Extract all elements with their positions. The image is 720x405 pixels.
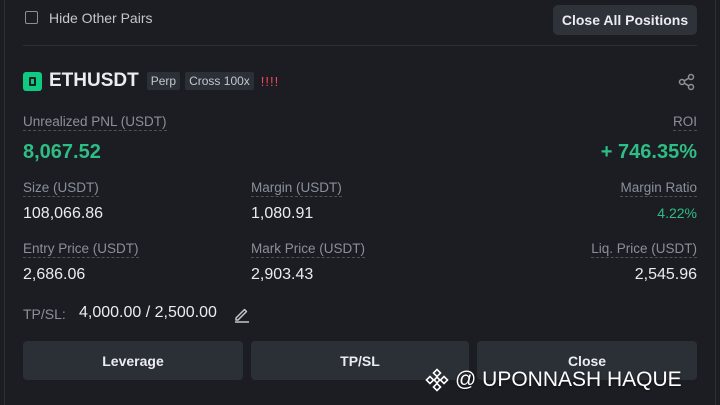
entry-price-label: Entry Price (USDT) xyxy=(23,241,139,258)
coin-badge-icon xyxy=(23,71,42,91)
symbol-row: ETHUSDT Perp Cross 100x !!!! xyxy=(23,68,279,94)
tpsl-value: 4,000.00 / 2,500.00 xyxy=(79,304,217,321)
roi-value: + 746.35% xyxy=(600,141,697,163)
watermark: @ UPONNASH HAQUE xyxy=(425,366,682,394)
risk-indicator: !!!! xyxy=(260,73,280,89)
mark-price-value: 2,903.43 xyxy=(251,266,314,283)
tpsl-label: TP/SL: xyxy=(23,306,66,322)
leverage-button[interactable]: Leverage xyxy=(23,341,243,380)
divider xyxy=(23,45,697,46)
symbol-name[interactable]: ETHUSDT xyxy=(49,70,139,92)
toolbar: Hide Other Pairs Close All Positions xyxy=(0,0,720,46)
right-border xyxy=(715,0,716,405)
left-border xyxy=(4,0,5,405)
close-all-positions-button[interactable]: Close All Positions xyxy=(553,5,697,35)
binance-logo-icon xyxy=(425,368,449,392)
unrealized-pnl-label: Unrealized PNL (USDT) xyxy=(23,114,167,131)
entry-price-value: 2,686.06 xyxy=(23,266,86,283)
mark-price-label: Mark Price (USDT) xyxy=(251,241,365,258)
position-panel: Hide Other Pairs Close All Positions ETH… xyxy=(0,0,720,405)
roi-label: ROI xyxy=(672,114,697,131)
hide-other-pairs-label[interactable]: Hide Other Pairs xyxy=(49,10,152,26)
edit-icon[interactable] xyxy=(233,305,251,323)
unrealized-pnl-value: 8,067.52 xyxy=(23,141,101,163)
liq-price-value: 2,545.96 xyxy=(634,266,697,283)
share-icon[interactable] xyxy=(678,73,696,91)
margin-value: 1,080.91 xyxy=(251,205,314,222)
margin-ratio-value: 4.22% xyxy=(657,205,697,221)
size-label: Size (USDT) xyxy=(23,180,99,197)
margin-label: Margin (USDT) xyxy=(251,180,342,197)
watermark-text: @ UPONNASH HAQUE xyxy=(455,368,682,391)
margin-mode-tag: Cross 100x xyxy=(185,72,254,90)
margin-ratio-label: Margin Ratio xyxy=(620,180,697,197)
size-value: 108,066.86 xyxy=(23,205,104,222)
liq-price-label: Liq. Price (USDT) xyxy=(591,241,697,258)
contract-type-tag: Perp xyxy=(146,72,181,90)
hide-other-pairs-checkbox[interactable] xyxy=(25,11,38,24)
